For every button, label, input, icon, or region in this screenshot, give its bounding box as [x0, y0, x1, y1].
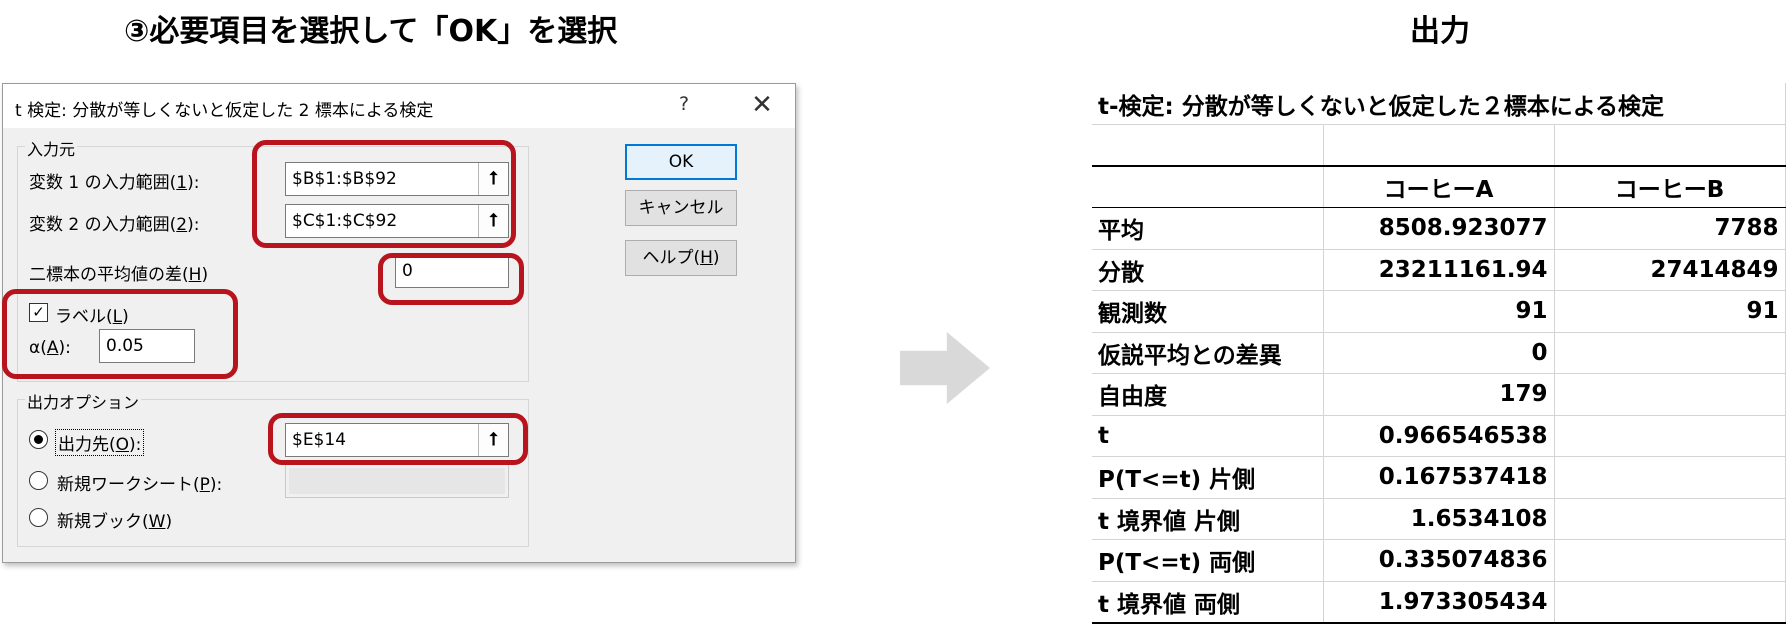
new-sheet-input: [285, 464, 509, 498]
table-title-row: t-検定: 分散が等しくないと仮定した２標本による検定: [1092, 83, 1786, 125]
table-row: 平均 8508.923077 7788: [1092, 207, 1786, 250]
column-header-a: コーヒーA: [1323, 165, 1555, 208]
new-sheet-label[interactable]: 新規ワークシート(P):: [57, 470, 222, 495]
output-options-label: 出力オプション: [25, 389, 142, 413]
table-row: 分散 23211161.94 27414849: [1092, 249, 1786, 291]
dialog-title: t 検定: 分散が等しくないと仮定した 2 標本による検定: [15, 101, 434, 121]
dialog-titlebar: t 検定: 分散が等しくないと仮定した 2 標本による検定 ? ✕: [3, 84, 795, 128]
table-row: 仮説平均との差異 0: [1092, 332, 1786, 374]
column-header-b: コーヒーB: [1554, 165, 1786, 208]
new-sheet-radio[interactable]: [29, 471, 48, 490]
table-row: t 境界値 片側 1.6534108: [1092, 498, 1786, 540]
var2-label: 変数 2 の入力範囲(2):: [29, 215, 200, 235]
table-row: P(T<=t) 片側 0.167537418: [1092, 456, 1786, 499]
output-table: t-検定: 分散が等しくないと仮定した２標本による検定 コーヒーA コーヒーB …: [1092, 83, 1786, 624]
table-title: t-検定: 分散が等しくないと仮定した２標本による検定: [1092, 83, 1786, 125]
output-heading: 出力: [1410, 14, 1470, 49]
table-row: t 0.966546538: [1092, 415, 1786, 457]
header-row: コーヒーA コーヒーB: [1092, 165, 1786, 208]
table-row: t 境界値 両側 1.973305434: [1092, 581, 1786, 624]
highlight-output-dest: [268, 413, 528, 465]
right-arrow-icon: [900, 332, 990, 404]
cancel-button[interactable]: キャンセル: [625, 190, 737, 226]
new-book-radio[interactable]: [29, 508, 48, 527]
close-icon[interactable]: ✕: [745, 88, 779, 122]
mean-diff-label: 二標本の平均値の差(H): [29, 265, 209, 285]
help-question-icon[interactable]: ?: [679, 93, 689, 115]
help-button[interactable]: ヘルプ(H): [625, 240, 737, 276]
highlight-mean-diff: [378, 253, 524, 305]
table-row: P(T<=t) 両側 0.335074836: [1092, 539, 1786, 582]
highlight-labels-alpha: [2, 289, 238, 379]
table-row: 観測数 91 91: [1092, 290, 1786, 333]
highlight-input-ranges: [252, 140, 516, 248]
step-heading: ③必要項目を選択して「OK」を選択: [124, 14, 618, 49]
table-row: 自由度 179: [1092, 373, 1786, 416]
output-dest-label[interactable]: 出力先(O):: [55, 429, 145, 456]
var1-label: 変数 1 の入力範囲(1):: [29, 173, 200, 193]
new-book-label[interactable]: 新規ブック(W): [57, 507, 172, 532]
blank-row: [1092, 124, 1786, 167]
output-dest-radio[interactable]: [29, 430, 48, 449]
ok-button[interactable]: OK: [625, 144, 737, 180]
input-group-label: 入力元: [25, 136, 78, 160]
